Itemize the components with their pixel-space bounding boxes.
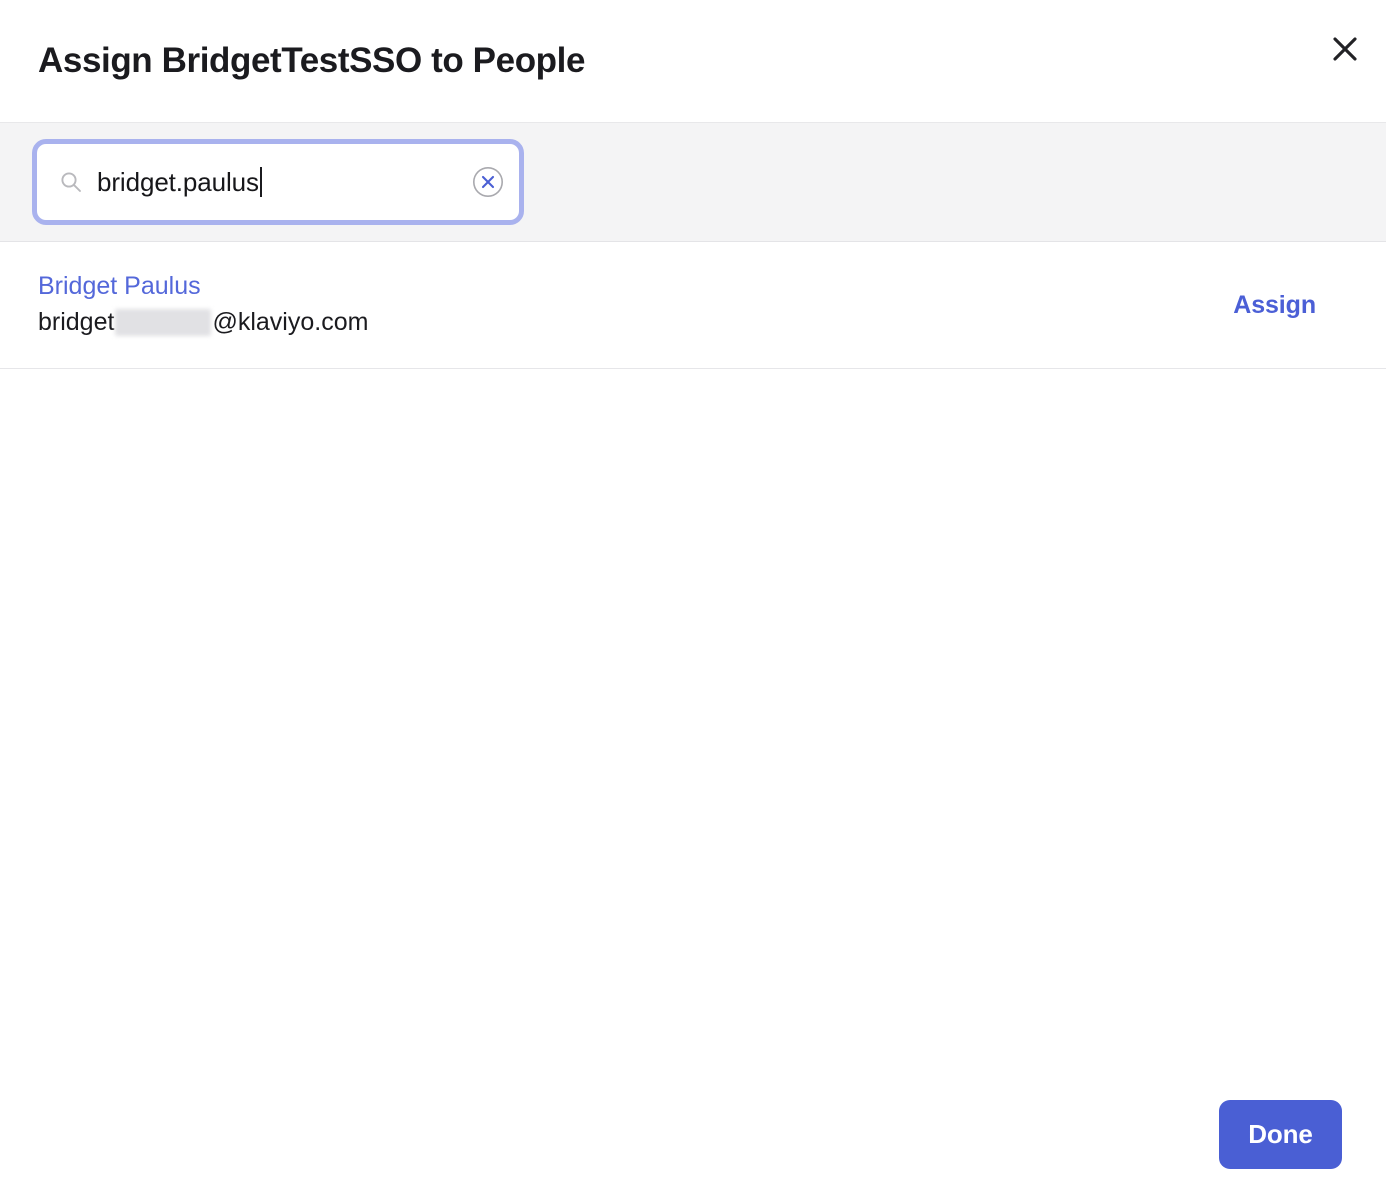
assign-people-dialog: Assign BridgetTestSSO to People bridget.… — [0, 0, 1386, 1204]
search-icon — [59, 170, 83, 194]
person-email-prefix: bridget — [38, 310, 114, 335]
done-button[interactable]: Done — [1219, 1100, 1342, 1169]
dialog-footer: Done — [0, 1064, 1386, 1204]
search-input[interactable]: bridget.paulus — [32, 139, 524, 225]
clear-circle-x-icon — [472, 166, 504, 198]
person-info: Bridget Paulus bridget @klaviyo.com — [38, 274, 368, 336]
text-caret — [260, 167, 262, 197]
close-icon-glyph — [1331, 35, 1359, 63]
close-icon[interactable] — [1324, 28, 1366, 70]
assign-button[interactable]: Assign — [1233, 291, 1316, 320]
redaction-block — [115, 309, 211, 336]
list-item: Bridget Paulus bridget @klaviyo.com Assig… — [0, 242, 1386, 369]
dialog-header: Assign BridgetTestSSO to People — [0, 0, 1386, 122]
clear-search-button[interactable] — [471, 165, 505, 199]
search-input-text-holder[interactable]: bridget.paulus — [97, 144, 463, 220]
search-input-value: bridget.paulus — [97, 167, 259, 198]
person-name-link[interactable]: Bridget Paulus — [38, 274, 368, 299]
results-list: Bridget Paulus bridget @klaviyo.com Assig… — [0, 242, 1386, 1064]
page-title: Assign BridgetTestSSO to People — [38, 41, 585, 81]
person-email-suffix: @klaviyo.com — [212, 310, 368, 335]
search-bar-region: bridget.paulus — [0, 122, 1386, 242]
person-email: bridget @klaviyo.com — [38, 309, 368, 336]
